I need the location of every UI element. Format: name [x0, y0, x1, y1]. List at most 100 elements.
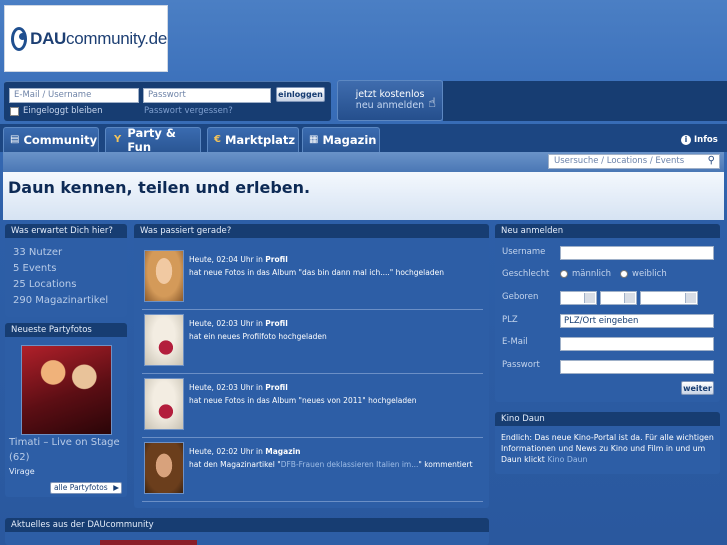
party-title: Neueste Partyfotos	[5, 323, 127, 337]
search-icon[interactable]: ⚲	[708, 155, 715, 166]
newspaper-icon: ▦	[309, 134, 319, 145]
euro-icon: €	[214, 134, 221, 145]
news-title: Aktuelles aus der DAUcommunity	[5, 518, 489, 532]
birth-month-select[interactable]	[600, 291, 637, 305]
feed-section-link[interactable]: Profil	[265, 255, 287, 264]
feed-message: hat den Magazinartikel "	[189, 460, 281, 469]
remember-checkbox[interactable]	[10, 106, 19, 116]
password-label: Passwort	[502, 360, 540, 370]
zip-city-field[interactable]: PLZ/Ort eingeben	[560, 314, 714, 328]
user-avatar[interactable]	[144, 442, 184, 494]
register-line1: jetzt kostenlos	[355, 89, 425, 100]
infos-link[interactable]: i Infos	[681, 135, 718, 145]
feed-title: Was passiert gerade?	[134, 224, 489, 238]
birthdate-label: Geboren	[502, 292, 539, 302]
gender-male-option[interactable]: männlich	[560, 269, 611, 279]
user-avatar[interactable]	[144, 250, 184, 302]
password-input[interactable]: Passwort	[143, 88, 271, 103]
article-link[interactable]: DFB-Frauen deklassieren Italien im...	[281, 460, 419, 469]
feed-item: Heute, 02:03 Uhr in Profil hat neue Foto…	[142, 376, 487, 436]
radio-female[interactable]	[620, 269, 628, 278]
gender-female-option[interactable]: weiblich	[620, 269, 667, 279]
forgot-password-link[interactable]: Passwort vergessen?	[144, 106, 233, 116]
tab-label: Community	[23, 133, 98, 147]
tab-label: Magazin	[322, 133, 377, 147]
activity-feed-panel: Was passiert gerade? Heute, 02:04 Uhr in…	[134, 224, 489, 508]
divider	[142, 373, 483, 374]
user-avatar[interactable]	[144, 314, 184, 366]
kino-title: Kino Daun	[495, 412, 720, 426]
feed-item: Heute, 02:03 Uhr in Profil hat ein neues…	[142, 312, 487, 372]
register-button[interactable]: jetzt kostenlos neu anmelden ☝	[337, 80, 443, 121]
stat-users[interactable]: 33 Nutzer	[5, 245, 127, 261]
feed-time: Heute, 02:03 Uhr in	[189, 383, 263, 392]
all-party-photos-button[interactable]: alle Partyfotos ▶	[50, 482, 122, 494]
feed-text: Heute, 02:03 Uhr in Profil hat neue Foto…	[189, 381, 489, 407]
feed-item: Heute, 02:02 Uhr in Magazin hat den Maga…	[142, 440, 487, 500]
divider	[142, 437, 483, 438]
tab-marktplatz[interactable]: € Marktplatz	[207, 127, 299, 152]
stat-articles[interactable]: 290 Magazinartikel	[5, 293, 127, 309]
tab-magazin[interactable]: ▦ Magazin	[302, 127, 380, 152]
logo-icon	[11, 26, 28, 51]
site-logo[interactable]: DAUcommunity.de	[4, 5, 168, 72]
kino-link[interactable]: Kino Daun	[547, 455, 587, 464]
feed-message: hat neue Fotos in das Album "neues von 2…	[189, 396, 417, 405]
all-party-photos-label: alle Partyfotos	[54, 483, 108, 492]
male-label: männlich	[572, 269, 612, 279]
feed-section-link[interactable]: Magazin	[265, 447, 300, 456]
news-panel: Aktuelles aus der DAUcommunity	[5, 518, 489, 545]
tab-party-fun[interactable]: Y Party & Fun	[105, 126, 201, 154]
party-photo[interactable]	[21, 345, 112, 435]
signup-password-field[interactable]	[560, 360, 714, 374]
feed-item: Heute, 02:04 Uhr in Profil hat neue Foto…	[142, 248, 487, 308]
sub-bar: Usersuche / Locations / Events ⚲	[3, 152, 724, 172]
feed-time: Heute, 02:04 Uhr in	[189, 255, 263, 264]
signup-title: Neu anmelden	[495, 224, 720, 238]
birth-day-select[interactable]	[560, 291, 597, 305]
user-avatar[interactable]	[144, 378, 184, 430]
tab-community[interactable]: ▤ Community	[3, 127, 99, 152]
gender-label: Geschlecht	[502, 269, 550, 279]
search-input[interactable]: Usersuche / Locations / Events ⚲	[548, 154, 720, 169]
email-label: E-Mail	[502, 337, 528, 347]
register-line2: neu anmelden	[355, 100, 425, 111]
stat-locations[interactable]: 25 Locations	[5, 277, 127, 293]
kino-text: Endlich: Das neue Kino-Portal ist da. Fü…	[495, 426, 720, 465]
stat-events[interactable]: 5 Events	[5, 261, 127, 277]
search-placeholder: Usersuche / Locations / Events	[554, 156, 685, 166]
top-strip	[443, 81, 727, 121]
kino-description: Endlich: Das neue Kino-Portal ist da. Fü…	[501, 433, 714, 464]
expect-panel: Was erwartet Dich hier? 33 Nutzer 5 Even…	[5, 224, 127, 317]
news-thumbnail[interactable]	[100, 540, 197, 545]
community-icon: ▤	[10, 134, 20, 145]
remember-me[interactable]: Eingeloggt bleiben	[10, 106, 103, 116]
feed-section-link[interactable]: Profil	[265, 319, 287, 328]
birth-year-select[interactable]	[640, 291, 698, 305]
login-bar: E-Mail / Username Passwort einloggen Ein…	[4, 81, 331, 121]
tab-label: Party & Fun	[127, 126, 176, 154]
feed-message: hat neue Fotos in das Album "das bin dan…	[189, 268, 444, 277]
login-button[interactable]: einloggen	[276, 87, 325, 102]
party-count: (62)	[9, 452, 30, 463]
signup-continue-button[interactable]: weiter	[681, 381, 714, 395]
signup-panel: Neu anmelden Username Geschlecht männlic…	[495, 224, 720, 402]
page-title: Daun kennen, teilen und erleben.	[3, 172, 724, 220]
cocktail-icon: Y	[114, 134, 122, 145]
feed-message: hat ein neues Profilfoto hochgeladen	[189, 332, 327, 341]
arrow-right-icon: ▶	[113, 483, 119, 492]
feed-text: Heute, 02:02 Uhr in Magazin hat den Maga…	[189, 445, 489, 471]
username-label: Username	[502, 247, 546, 257]
hand-cursor-icon: ☝	[428, 96, 436, 111]
signup-email-field[interactable]	[560, 337, 714, 351]
party-caption[interactable]: Timati – Live on Stage	[9, 437, 120, 448]
kino-panel: Kino Daun Endlich: Das neue Kino-Portal …	[495, 412, 720, 474]
tab-label: Marktplatz	[224, 133, 296, 147]
feed-text: Heute, 02:03 Uhr in Profil hat ein neues…	[189, 317, 489, 343]
infos-label: Infos	[694, 135, 718, 145]
signup-username-field[interactable]	[560, 246, 714, 260]
feed-section-link[interactable]: Profil	[265, 383, 287, 392]
radio-male[interactable]	[560, 269, 568, 278]
email-username-input[interactable]: E-Mail / Username	[9, 88, 139, 103]
party-venue: Virage	[9, 467, 35, 476]
